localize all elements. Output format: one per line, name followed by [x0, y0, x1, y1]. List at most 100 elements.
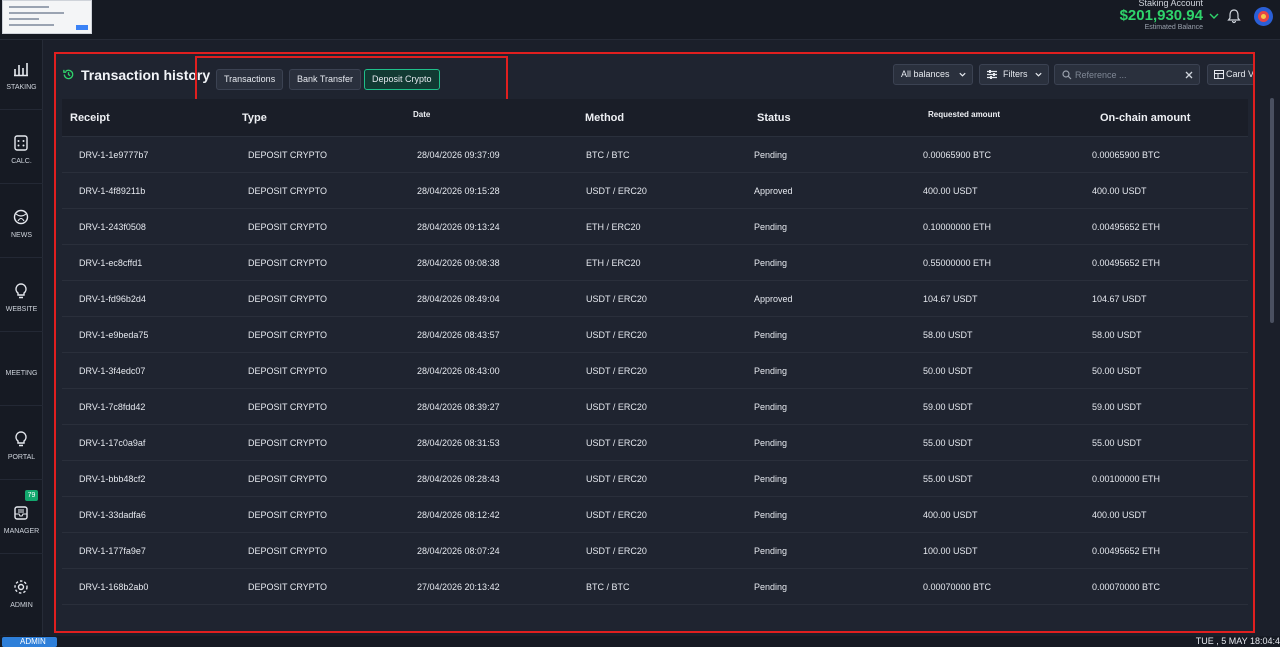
receipt-cell: DRV-1-fd96b2d4 — [79, 294, 146, 304]
gear-icon — [14, 580, 28, 594]
method-cell: USDT / ERC20 — [586, 294, 647, 304]
status-cell: Pending — [754, 474, 788, 484]
status-cell: Pending — [754, 222, 788, 232]
table-row[interactable]: DRV-1-243f0508 DEPOSIT CRYPTO 28/04/2026 0… — [62, 209, 1248, 245]
requested-amount-cell: 0.55000000 ETH — [923, 258, 992, 268]
transaction-history-panel: Transaction history Transactions Bank Tr… — [54, 52, 1255, 633]
column-header-method[interactable]: Method — [585, 112, 624, 124]
method-cell: USDT / ERC20 — [586, 510, 647, 520]
sidebar: STAKING CALC. NEWS WEBSITE MEETING PORTA… — [0, 40, 43, 635]
admin-button[interactable]: ADMIN — [2, 637, 57, 647]
search-icon — [1062, 70, 1072, 80]
bottom-bar: ADMIN TUE , 5 MAY 18:04:4 — [0, 636, 1280, 647]
balances-select[interactable]: All balances — [893, 64, 973, 85]
sidebar-item-meeting[interactable]: MEETING — [0, 336, 43, 406]
account-summary[interactable]: Staking Account $201,930.94 Estimated Ba… — [1120, 0, 1203, 31]
method-cell: USDT / ERC20 — [586, 366, 647, 376]
type-cell: DEPOSIT CRYPTO — [248, 366, 328, 376]
date-cell: 28/04/2026 08:49:04 — [417, 294, 500, 304]
status-cell: Pending — [754, 546, 788, 556]
method-cell: USDT / ERC20 — [586, 546, 647, 556]
date-cell: 28/04/2026 08:12:42 — [417, 510, 500, 520]
column-header-date[interactable]: Date — [413, 110, 430, 119]
notification-badge: 79 — [25, 490, 38, 501]
table-row[interactable]: DRV-1-ec8cffd1 DEPOSIT CRYPTO 28/04/2026 0… — [62, 245, 1248, 281]
search-input[interactable] — [1075, 67, 1180, 82]
method-cell: ETH / ERC20 — [586, 258, 641, 268]
sidebar-item-calc[interactable]: CALC. — [0, 114, 43, 184]
table-row[interactable]: DRV-1-33dadfa6 DEPOSIT CRYPTO 28/04/2026 0… — [62, 497, 1248, 533]
sidebar-item-staking[interactable]: STAKING — [0, 40, 43, 110]
table-header: Receipt Type Date Method Status Requeste… — [62, 99, 1248, 137]
tab-bank-transfer[interactable]: Bank Transfer — [289, 69, 362, 90]
requested-amount-cell: 55.00 USDT — [923, 438, 973, 448]
sidebar-item-label: CALC. — [11, 158, 32, 165]
sidebar-item-label: STAKING — [6, 84, 37, 91]
sidebar-item-website[interactable]: WEBSITE — [0, 262, 43, 332]
type-cell: DEPOSIT CRYPTO — [248, 546, 328, 556]
bell-icon[interactable] — [1226, 8, 1242, 24]
type-cell: DEPOSIT CRYPTO — [248, 222, 328, 232]
table-row[interactable]: DRV-1-1e9777b7 DEPOSIT CRYPTO 28/04/2026 0… — [62, 137, 1248, 173]
target-logo-icon[interactable] — [1254, 7, 1273, 26]
sidebar-item-news[interactable]: NEWS — [0, 188, 43, 258]
status-cell: Pending — [754, 258, 788, 268]
table-row[interactable]: DRV-1-168b2ab0 DEPOSIT CRYPTO 27/04/2026 2… — [62, 569, 1248, 605]
globe-icon — [13, 209, 29, 225]
table-row[interactable]: DRV-1-7c8fdd42 DEPOSIT CRYPTO 28/04/2026 0… — [62, 389, 1248, 425]
table-row[interactable]: DRV-1-bbb48cf2 DEPOSIT CRYPTO 28/04/2026 0… — [62, 461, 1248, 497]
sidebar-item-portal[interactable]: PORTAL — [0, 410, 43, 480]
column-header-status[interactable]: Status — [757, 112, 791, 124]
sidebar-item-label: PORTAL — [7, 454, 36, 461]
bar-chart-icon — [14, 63, 28, 77]
date-cell: 28/04/2026 08:39:27 — [417, 402, 500, 412]
table-row[interactable]: DRV-1-3f4edc07 DEPOSIT CRYPTO 28/04/2026 0… — [62, 353, 1248, 389]
method-cell: USDT / ERC20 — [586, 186, 647, 196]
status-cell: Pending — [754, 582, 788, 592]
table-row[interactable]: DRV-1-177fa9e7 DEPOSIT CRYPTO 28/04/2026 0… — [62, 533, 1248, 569]
onchain-amount-cell: 0.00495652 ETH — [1092, 546, 1161, 556]
calculator-icon — [14, 135, 28, 151]
filters-button[interactable]: Filters — [979, 64, 1049, 85]
page-title: Transaction history — [81, 67, 211, 83]
onchain-amount-cell: 0.00495652 ETH — [1092, 222, 1161, 232]
method-cell: ETH / ERC20 — [586, 222, 641, 232]
type-cell: DEPOSIT CRYPTO — [248, 150, 328, 160]
card-view-button[interactable]: Card View — [1207, 64, 1253, 85]
type-cell: DEPOSIT CRYPTO — [248, 402, 328, 412]
status-cell: Pending — [754, 438, 788, 448]
vertical-scrollbar[interactable] — [1270, 98, 1274, 323]
inbox-icon — [14, 506, 28, 520]
column-header-type[interactable]: Type — [242, 112, 267, 124]
close-icon[interactable] — [1185, 71, 1193, 79]
sidebar-item-admin[interactable]: ADMIN — [0, 558, 43, 628]
requested-amount-cell: 55.00 USDT — [923, 474, 973, 484]
receipt-cell: DRV-1-4f89211b — [79, 186, 146, 196]
column-header-onchain-amount[interactable]: On-chain amount — [1100, 112, 1190, 124]
receipt-cell: DRV-1-243f0508 — [79, 222, 146, 232]
table-row[interactable]: DRV-1-e9beda75 DEPOSIT CRYPTO 28/04/2026 0… — [62, 317, 1248, 353]
reference-search — [1054, 64, 1200, 85]
window-thumbnail[interactable] — [2, 0, 92, 34]
status-cell: Pending — [754, 402, 788, 412]
tab-deposit-crypto[interactable]: Deposit Crypto — [364, 69, 440, 90]
table-row[interactable]: DRV-1-17c0a9af DEPOSIT CRYPTO 28/04/2026 0… — [62, 425, 1248, 461]
sidebar-item-manager[interactable]: 79 MANAGER — [0, 484, 43, 554]
receipt-cell: DRV-1-33dadfa6 — [79, 510, 146, 520]
filters-label: Filters — [1003, 69, 1028, 79]
requested-amount-cell: 0.00070000 BTC — [923, 582, 992, 592]
onchain-amount-cell: 104.67 USDT — [1092, 294, 1147, 304]
column-header-receipt[interactable]: Receipt — [70, 112, 110, 124]
table-row[interactable]: DRV-1-fd96b2d4 DEPOSIT CRYPTO 28/04/2026 0… — [62, 281, 1248, 317]
requested-amount-cell: 400.00 USDT — [923, 186, 978, 196]
chevron-down-icon[interactable] — [1208, 10, 1220, 22]
column-header-requested-amount[interactable]: Requested amount — [928, 110, 1000, 119]
table-row[interactable]: DRV-1-4f89211b DEPOSIT CRYPTO 28/04/2026 0… — [62, 173, 1248, 209]
status-cell: Pending — [754, 150, 788, 160]
balance-subtitle: Estimated Balance — [1144, 24, 1203, 31]
admin-button-label: ADMIN — [20, 637, 46, 646]
tab-transactions[interactable]: Transactions — [216, 69, 284, 90]
requested-amount-cell: 50.00 USDT — [923, 366, 973, 376]
requested-amount-cell: 0.00065900 BTC — [923, 150, 992, 160]
receipt-cell: DRV-1-168b2ab0 — [79, 582, 149, 592]
